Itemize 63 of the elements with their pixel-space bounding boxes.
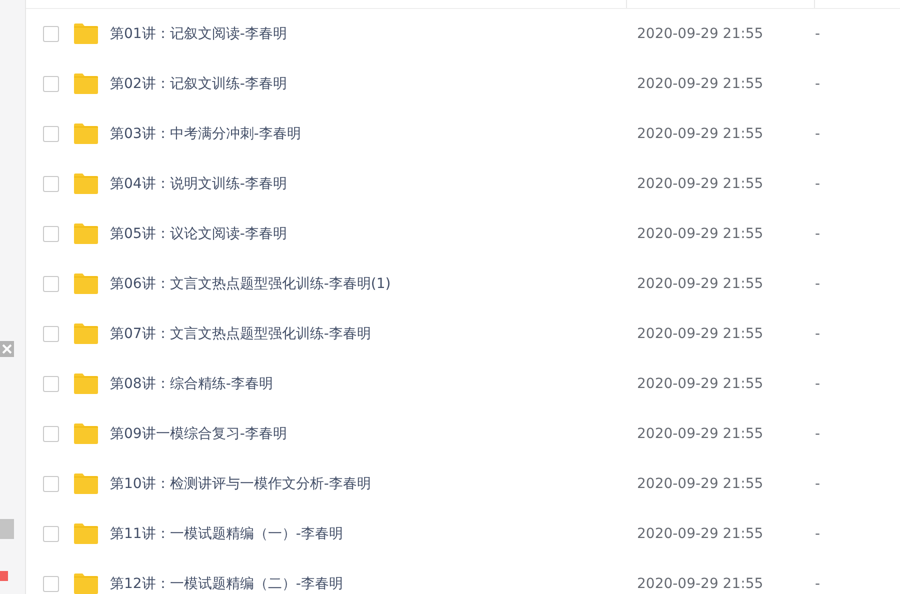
- file-name[interactable]: 第02讲：记叙文训练-李春明: [110, 76, 287, 92]
- folder-icon: [73, 423, 99, 445]
- modified-date: 2020-09-29 21:55: [637, 526, 764, 542]
- folder-icon: [73, 123, 99, 145]
- file-size: -: [815, 476, 820, 492]
- file-name[interactable]: 第03讲：中考满分冲刺-李春明: [110, 126, 301, 142]
- folder-icon: [73, 23, 99, 45]
- file-name[interactable]: 第11讲：一模试题精编（一）-李春明: [110, 526, 343, 542]
- folder-icon: [73, 173, 99, 195]
- modified-date: 2020-09-29 21:55: [637, 26, 764, 42]
- folder-icon: [73, 73, 99, 95]
- checkbox[interactable]: [43, 576, 59, 592]
- modified-date: 2020-09-29 21:55: [637, 276, 764, 292]
- folder-icon: [73, 223, 99, 245]
- modified-date: 2020-09-29 21:55: [637, 376, 764, 392]
- close-icon[interactable]: [0, 341, 14, 357]
- folder-icon: [73, 473, 99, 495]
- checkbox[interactable]: [43, 176, 59, 192]
- file-name[interactable]: 第10讲：检测讲评与一模作文分析-李春明: [110, 476, 371, 492]
- file-name[interactable]: 第07讲：文言文热点题型强化训练-李春明: [110, 326, 371, 342]
- checkbox[interactable]: [43, 476, 59, 492]
- file-name[interactable]: 第04讲：说明文训练-李春明: [110, 176, 287, 192]
- side-marker: [0, 571, 8, 581]
- modified-date: 2020-09-29 21:55: [637, 476, 764, 492]
- file-size: -: [815, 426, 820, 442]
- file-size: -: [815, 576, 820, 592]
- modified-date: 2020-09-29 21:55: [637, 126, 764, 142]
- file-name[interactable]: 第06讲：文言文热点题型强化训练-李春明(1): [110, 276, 391, 292]
- file-name[interactable]: 第05讲：议论文阅读-李春明: [110, 226, 287, 242]
- file-size: -: [815, 276, 820, 292]
- file-size: -: [815, 26, 820, 42]
- folder-icon: [73, 323, 99, 345]
- modified-date: 2020-09-29 21:55: [637, 76, 764, 92]
- checkbox[interactable]: [43, 126, 59, 142]
- file-size: -: [815, 76, 820, 92]
- file-size: -: [815, 376, 820, 392]
- checkbox[interactable]: [43, 26, 59, 42]
- side-tab[interactable]: [0, 519, 14, 539]
- checkbox[interactable]: [43, 526, 59, 542]
- file-name[interactable]: 第12讲：一模试题精编（二）-李春明: [110, 576, 343, 592]
- checkbox[interactable]: [43, 276, 59, 292]
- checkbox[interactable]: [43, 76, 59, 92]
- folder-icon: [73, 273, 99, 295]
- checkbox[interactable]: [43, 326, 59, 342]
- folder-icon: [73, 573, 99, 594]
- file-size: -: [815, 126, 820, 142]
- modified-date: 2020-09-29 21:55: [637, 226, 764, 242]
- file-size: -: [815, 226, 820, 242]
- modified-date: 2020-09-29 21:55: [637, 176, 764, 192]
- file-size: -: [815, 326, 820, 342]
- checkbox[interactable]: [43, 376, 59, 392]
- file-name[interactable]: 第08讲：综合精练-李春明: [110, 376, 273, 392]
- modified-date: 2020-09-29 21:55: [637, 576, 764, 592]
- folder-icon: [73, 373, 99, 395]
- file-name[interactable]: 第09讲一模综合复习-李春明: [110, 426, 287, 442]
- file-size: -: [815, 526, 820, 542]
- file-name[interactable]: 第01讲：记叙文阅读-李春明: [110, 26, 287, 42]
- folder-icon: [73, 523, 99, 545]
- file-size: -: [815, 176, 820, 192]
- checkbox[interactable]: [43, 426, 59, 442]
- modified-date: 2020-09-29 21:55: [637, 426, 764, 442]
- modified-date: 2020-09-29 21:55: [637, 326, 764, 342]
- checkbox[interactable]: [43, 226, 59, 242]
